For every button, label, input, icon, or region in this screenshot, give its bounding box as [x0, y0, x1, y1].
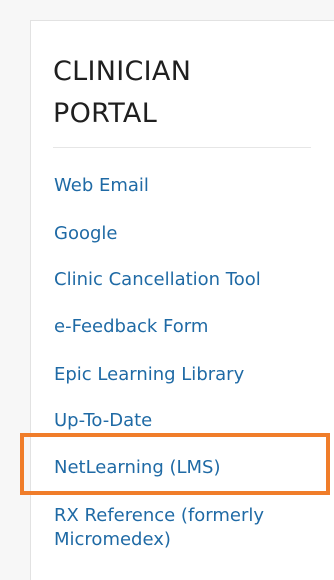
- clinician-portal-panel: CLINICIAN PORTAL Web Email Google Clinic…: [30, 20, 334, 580]
- link-clinic-cancellation-tool[interactable]: Clinic Cancellation Tool: [54, 268, 261, 292]
- link-web-email[interactable]: Web Email: [54, 174, 149, 198]
- title-divider: [53, 147, 311, 148]
- portal-title: CLINICIAN PORTAL: [53, 51, 313, 135]
- link-up-to-date[interactable]: Up-To-Date: [54, 409, 152, 433]
- link-epic-learning-library[interactable]: Epic Learning Library: [54, 363, 244, 387]
- portal-title-line1: CLINICIAN: [53, 56, 192, 87]
- link-netlearning-lms[interactable]: NetLearning (LMS): [54, 456, 221, 480]
- link-rx-reference[interactable]: RX Reference (formerly Micromedex): [54, 504, 324, 552]
- portal-title-line2: PORTAL: [53, 98, 158, 129]
- link-google[interactable]: Google: [54, 222, 117, 246]
- link-e-feedback-form[interactable]: e-Feedback Form: [54, 315, 208, 339]
